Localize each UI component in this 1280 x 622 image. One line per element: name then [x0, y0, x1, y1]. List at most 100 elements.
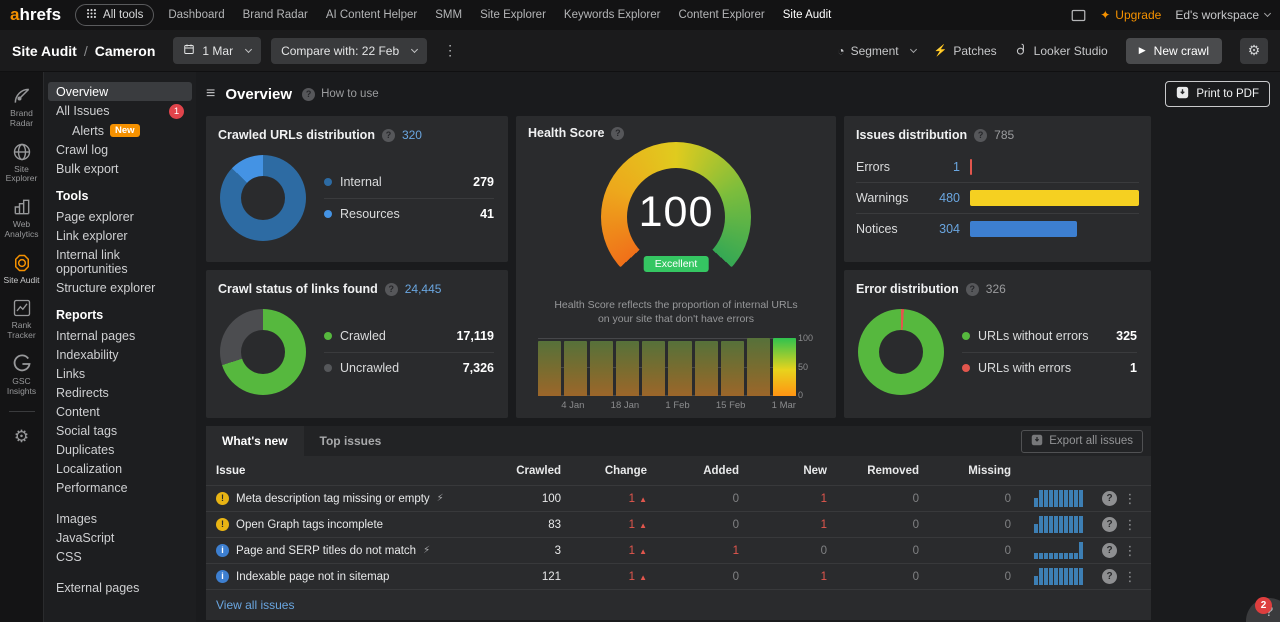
sidebar-item-redirects[interactable]: Redirects: [48, 383, 192, 402]
column-header-removed[interactable]: Removed: [827, 465, 919, 477]
issue-trend-sparkline[interactable]: [1011, 542, 1083, 559]
row-menu-icon[interactable]: ⋮: [1117, 491, 1143, 507]
issues-dist-bar[interactable]: [970, 190, 1139, 206]
topnav-item-content-explorer[interactable]: Content Explorer: [678, 9, 764, 21]
toolbar-more-menu[interactable]: ⋮: [437, 42, 463, 59]
health-history-bar[interactable]: [695, 341, 718, 397]
sidebar-item-alerts[interactable]: AlertsNew: [48, 121, 192, 140]
crawled-urls-total-link[interactable]: 320: [402, 128, 422, 142]
sidebar-item-internal-link-opportunities[interactable]: Internal link opportunities: [48, 245, 192, 278]
sidebar-item-javascript[interactable]: JavaScript: [48, 528, 192, 547]
compare-button[interactable]: Compare with: 22 Feb: [271, 38, 427, 64]
export-all-issues-button[interactable]: Export all issues: [1021, 430, 1143, 453]
health-history-bar[interactable]: [616, 341, 639, 397]
column-header-issue[interactable]: Issue: [216, 465, 487, 477]
all-tools-button[interactable]: All tools: [75, 4, 154, 26]
date-picker-button[interactable]: 1 Mar: [173, 37, 261, 64]
looker-studio-button[interactable]: Looker Studio: [1015, 43, 1108, 59]
display-icon[interactable]: [1071, 9, 1086, 22]
sidebar-item-all-issues[interactable]: All Issues1: [48, 101, 192, 121]
issue-trend-sparkline[interactable]: [1011, 516, 1083, 533]
rail-item-rank-tracker[interactable]: Rank Tracker: [0, 298, 43, 341]
rail-gear-icon[interactable]: ⚙: [14, 427, 29, 447]
rail-item-site-explorer[interactable]: Site Explorer: [0, 142, 43, 185]
tab-what-s-new[interactable]: What's new: [206, 426, 304, 456]
crawl-status-donut-chart[interactable]: [220, 309, 306, 395]
row-help-icon[interactable]: ?: [1102, 491, 1117, 506]
sidebar-item-localization[interactable]: Localization: [48, 459, 192, 478]
breadcrumb-section[interactable]: Site Audit: [12, 43, 77, 59]
sidebar-item-duplicates[interactable]: Duplicates: [48, 440, 192, 459]
sidebar-item-indexability[interactable]: Indexability: [48, 345, 192, 364]
issues-dist-bar[interactable]: [970, 221, 1077, 237]
health-history-bar[interactable]: [538, 341, 561, 397]
issues-dist-value-link[interactable]: 304: [926, 222, 960, 236]
patches-button[interactable]: ⚡Patches: [934, 44, 997, 58]
topnav-item-site-audit[interactable]: Site Audit: [783, 9, 832, 21]
new-crawl-button[interactable]: ▶New crawl: [1126, 38, 1222, 64]
sidebar-item-bulk-export[interactable]: Bulk export: [48, 159, 192, 178]
legend-item-crawled[interactable]: Crawled17,119: [324, 321, 494, 352]
legend-item-internal[interactable]: Internal279: [324, 167, 494, 198]
health-history-bar[interactable]: [668, 341, 691, 397]
health-history-bar[interactable]: [642, 341, 665, 397]
help-icon[interactable]: ?: [385, 283, 398, 296]
topnav-item-site-explorer[interactable]: Site Explorer: [480, 9, 546, 21]
issues-dist-value-link[interactable]: 1: [926, 160, 960, 174]
health-history-bar[interactable]: [773, 338, 796, 396]
issue-row-open-graph-tags-incomplete[interactable]: !Open Graph tags incomplete831▲0100?⋮: [206, 511, 1151, 537]
column-header-new[interactable]: New: [739, 465, 827, 477]
row-menu-icon[interactable]: ⋮: [1117, 517, 1143, 533]
health-history-bar[interactable]: [590, 341, 613, 397]
topnav-item-brand-radar[interactable]: Brand Radar: [243, 9, 308, 21]
rail-item-gsc-insights[interactable]: GSC Insights: [0, 354, 43, 397]
column-header-crawled[interactable]: Crawled: [487, 465, 561, 477]
issue-row-page-and-serp-titles-do-not-match[interactable]: iPage and SERP titles do not match⚡31▲10…: [206, 537, 1151, 563]
upgrade-button[interactable]: ✦Upgrade: [1100, 8, 1161, 22]
legend-item-resources[interactable]: Resources41: [324, 198, 494, 230]
health-history-bar[interactable]: [747, 338, 770, 396]
issue-row-indexable-page-not-in-sitemap[interactable]: iIndexable page not in sitemap1211▲0100?…: [206, 563, 1151, 589]
column-header-added[interactable]: Added: [647, 465, 739, 477]
row-help-icon[interactable]: ?: [1102, 543, 1117, 558]
segment-button[interactable]: ◔Segment: [837, 44, 915, 58]
legend-item-urls-with-errors[interactable]: URLs with errors1: [962, 352, 1137, 384]
help-icon[interactable]: ?: [966, 283, 979, 296]
legend-item-uncrawled[interactable]: Uncrawled7,326: [324, 352, 494, 384]
tab-top-issues[interactable]: Top issues: [304, 426, 398, 456]
sidebar-item-overview[interactable]: Overview: [48, 82, 192, 101]
rail-item-site-audit[interactable]: Site Audit: [0, 253, 43, 286]
ahrefs-logo[interactable]: ahrefs: [10, 5, 61, 25]
topnav-item-ai-content-helper[interactable]: AI Content Helper: [326, 9, 417, 21]
row-help-icon[interactable]: ?: [1102, 517, 1117, 532]
row-menu-icon[interactable]: ⋮: [1117, 543, 1143, 559]
sidebar-item-crawl-log[interactable]: Crawl log: [48, 140, 192, 159]
sidebar-item-structure-explorer[interactable]: Structure explorer: [48, 278, 192, 297]
issue-trend-sparkline[interactable]: [1011, 568, 1083, 585]
topnav-item-dashboard[interactable]: Dashboard: [168, 9, 224, 21]
sidebar-item-images[interactable]: Images: [48, 509, 192, 528]
sidebar-item-performance[interactable]: Performance: [48, 478, 192, 497]
legend-item-urls-without-errors[interactable]: URLs without errors325: [962, 321, 1137, 352]
row-help-icon[interactable]: ?: [1102, 569, 1117, 584]
notification-badge[interactable]: 2: [1255, 597, 1272, 614]
topnav-item-smm[interactable]: SMM: [435, 9, 462, 21]
help-icon[interactable]: ?: [382, 129, 395, 142]
help-icon[interactable]: ?: [974, 129, 987, 142]
settings-button[interactable]: ⚙: [1240, 38, 1268, 64]
print-to-pdf-button[interactable]: Print to PDF: [1165, 81, 1270, 107]
sidebar-item-social-tags[interactable]: Social tags: [48, 421, 192, 440]
hamburger-icon[interactable]: ≡: [206, 85, 215, 103]
crawl-status-total-link[interactable]: 24,445: [405, 282, 442, 296]
rail-item-web-analytics[interactable]: Web Analytics: [0, 197, 43, 240]
error-dist-donut-chart[interactable]: [858, 309, 944, 395]
sidebar-item-link-explorer[interactable]: Link explorer: [48, 226, 192, 245]
column-header-change[interactable]: Change: [561, 465, 647, 477]
workspace-menu[interactable]: Ed's workspace: [1175, 8, 1270, 22]
issues-dist-value-link[interactable]: 480: [926, 191, 960, 205]
health-history-bar[interactable]: [721, 341, 744, 397]
crawled-urls-donut-chart[interactable]: [220, 155, 306, 241]
sidebar-item-content[interactable]: Content: [48, 402, 192, 421]
sidebar-item-links[interactable]: Links: [48, 364, 192, 383]
view-all-issues-link[interactable]: View all issues: [216, 598, 294, 612]
